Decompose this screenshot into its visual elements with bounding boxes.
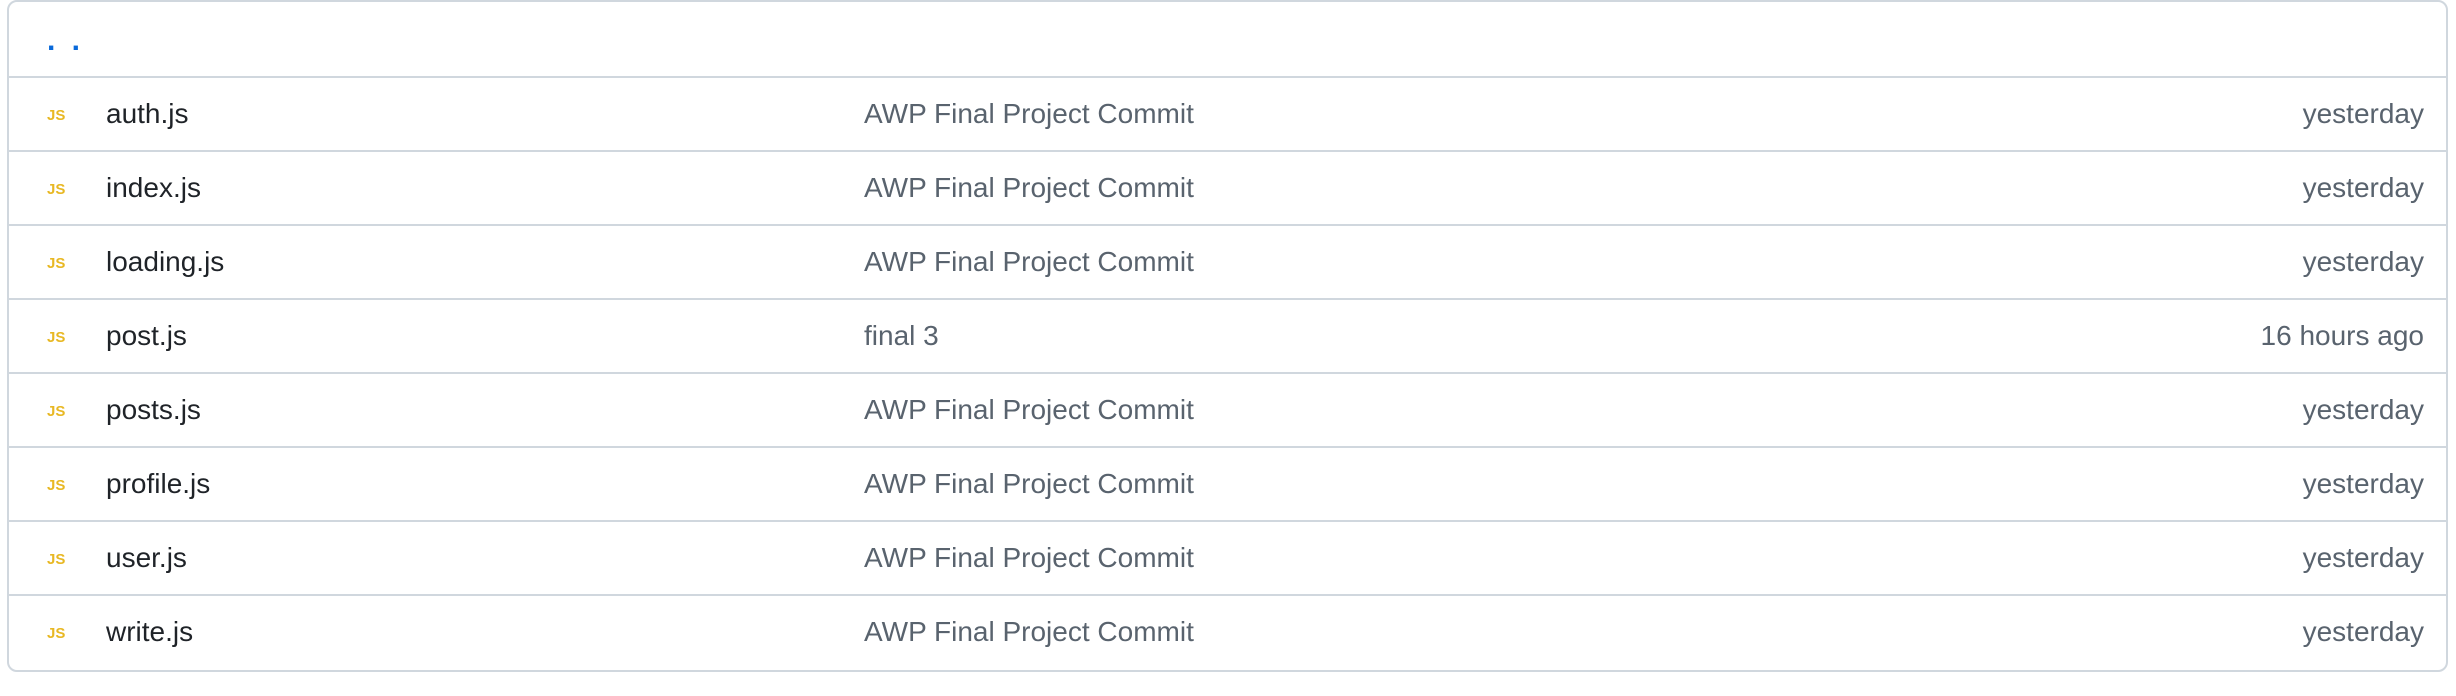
commit-message-link[interactable]: AWP Final Project Commit (864, 98, 1194, 130)
file-name-link[interactable]: auth.js (106, 98, 189, 130)
javascript-file-icon: JS (43, 325, 77, 347)
commit-time: yesterday (2302, 542, 2424, 573)
svg-text:JS: JS (47, 477, 65, 492)
table-row[interactable]: JS user.js AWP Final Project Commit yest… (9, 520, 2446, 594)
javascript-file-icon: JS (43, 621, 77, 643)
file-name-link[interactable]: user.js (106, 542, 187, 574)
file-name-link[interactable]: profile.js (106, 468, 210, 500)
javascript-file-icon: JS (43, 103, 77, 125)
commit-time: 16 hours ago (2260, 320, 2424, 351)
commit-time: yesterday (2302, 468, 2424, 499)
table-row[interactable]: JS auth.js AWP Final Project Commit yest… (9, 76, 2446, 150)
parent-directory-link[interactable]: . . (47, 26, 84, 56)
commit-message-link[interactable]: AWP Final Project Commit (864, 616, 1194, 648)
commit-message-link[interactable]: AWP Final Project Commit (864, 394, 1194, 426)
commit-message-link[interactable]: AWP Final Project Commit (864, 246, 1194, 278)
svg-text:JS: JS (47, 107, 65, 122)
file-list-table: . . JS auth.js AWP Final Project Commit … (7, 0, 2448, 672)
javascript-file-icon: JS (43, 547, 77, 569)
commit-time: yesterday (2302, 172, 2424, 203)
svg-text:JS: JS (47, 551, 65, 566)
file-name-link[interactable]: index.js (106, 172, 201, 204)
file-name-link[interactable]: posts.js (106, 394, 201, 426)
javascript-file-icon: JS (43, 473, 77, 495)
table-row[interactable]: JS profile.js AWP Final Project Commit y… (9, 446, 2446, 520)
table-row[interactable]: JS write.js AWP Final Project Commit yes… (9, 594, 2446, 668)
parent-directory-row[interactable]: . . (9, 2, 2446, 76)
svg-text:JS: JS (47, 403, 65, 418)
file-name-link[interactable]: post.js (106, 320, 187, 352)
javascript-file-icon: JS (43, 177, 77, 199)
commit-message-link[interactable]: AWP Final Project Commit (864, 468, 1194, 500)
commit-time: yesterday (2302, 246, 2424, 277)
javascript-file-icon: JS (43, 251, 77, 273)
commit-message-link[interactable]: final 3 (864, 320, 939, 352)
svg-text:JS: JS (47, 255, 65, 270)
commit-time: yesterday (2302, 616, 2424, 647)
commit-message-link[interactable]: AWP Final Project Commit (864, 172, 1194, 204)
table-row[interactable]: JS posts.js AWP Final Project Commit yes… (9, 372, 2446, 446)
table-row[interactable]: JS index.js AWP Final Project Commit yes… (9, 150, 2446, 224)
commit-time: yesterday (2302, 98, 2424, 129)
table-row[interactable]: JS loading.js AWP Final Project Commit y… (9, 224, 2446, 298)
table-row[interactable]: JS post.js final 3 16 hours ago (9, 298, 2446, 372)
file-name-link[interactable]: loading.js (106, 246, 224, 278)
javascript-file-icon: JS (43, 399, 77, 421)
file-name-link[interactable]: write.js (106, 616, 193, 648)
commit-time: yesterday (2302, 394, 2424, 425)
svg-text:JS: JS (47, 625, 65, 640)
svg-text:JS: JS (47, 329, 65, 344)
svg-text:JS: JS (47, 181, 65, 196)
commit-message-link[interactable]: AWP Final Project Commit (864, 542, 1194, 574)
